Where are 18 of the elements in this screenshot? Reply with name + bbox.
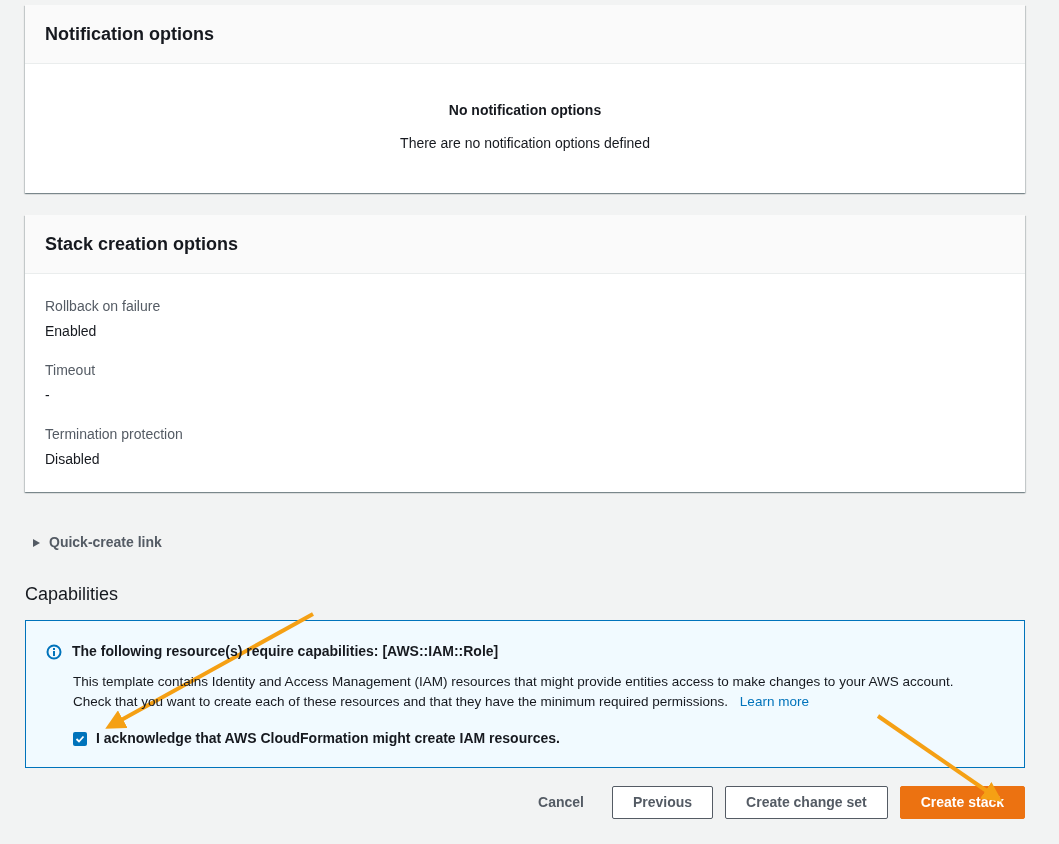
empty-state-title: No notification options [448,101,602,120]
panel-title: Stack creation options [45,232,239,256]
secondary-button[interactable]: Create change set [725,786,888,819]
field-value: - [45,387,51,404]
quick-create-link-toggle[interactable]: Quick-create link [31,532,162,553]
secondary-button[interactable]: Previous [611,786,714,819]
field-label: Termination protection [45,426,184,443]
empty-state-text: There are no notification options defined [400,134,650,153]
alert-title: The following resource(s) require capabilities: [AWS::IAM::Role] [72,642,499,661]
cancel-link-button[interactable]: Cancel [522,786,600,819]
learn-more-link[interactable]: Learn more [739,694,809,709]
field-value: Enabled [45,323,98,340]
checkbox-label: I acknowledge that AWS CloudFormation might create IAM resources. [96,729,560,748]
field-value: Disabled [45,451,101,468]
field-label: Timeout [45,362,97,379]
panel-title: Notification options [45,22,214,46]
field-label: Rollback on failure [45,298,162,315]
section-title: Capabilities [25,583,120,606]
